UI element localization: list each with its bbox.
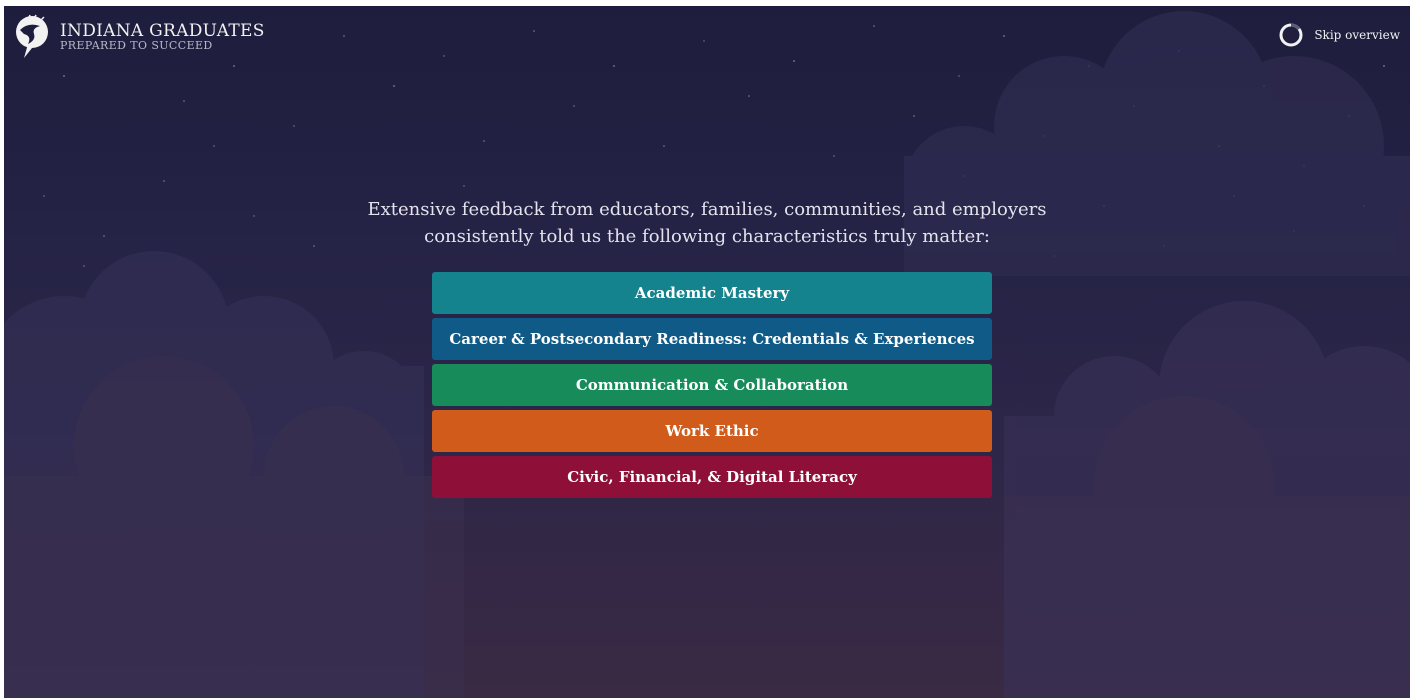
torch-bird-logo-icon [16, 14, 48, 58]
characteristic-career-readiness[interactable]: Career & Postsecondary Readiness: Creden… [432, 318, 992, 360]
intro-line-1: Extensive feedback from educators, famil… [367, 199, 1047, 220]
characteristic-literacy[interactable]: Civic, Financial, & Digital Literacy [432, 456, 992, 498]
intro-text: Extensive feedback from educators, famil… [4, 196, 1410, 250]
characteristic-communication-collaboration[interactable]: Communication & Collaboration [432, 364, 992, 406]
logo-title: INDIANA GRADUATES [60, 21, 265, 41]
progress-ring-icon [1279, 23, 1303, 47]
logo-subtitle: PREPARED TO SUCCEED [60, 39, 213, 52]
characteristic-work-ethic[interactable]: Work Ethic [432, 410, 992, 452]
overview-screen: INDIANA GRADUATES PREPARED TO SUCCEED Sk… [4, 6, 1410, 698]
characteristic-academic-mastery[interactable]: Academic Mastery [432, 272, 992, 314]
characteristics-list: Academic Mastery Career & Postsecondary … [432, 272, 992, 502]
intro-line-2: consistently told us the following chara… [424, 226, 990, 247]
skip-overview-button[interactable]: Skip overview [1278, 22, 1400, 48]
logo-text: INDIANA GRADUATES PREPARED TO SUCCEED [60, 14, 265, 52]
skip-overview-label: Skip overview [1314, 28, 1400, 42]
site-logo[interactable]: INDIANA GRADUATES PREPARED TO SUCCEED [14, 14, 265, 60]
